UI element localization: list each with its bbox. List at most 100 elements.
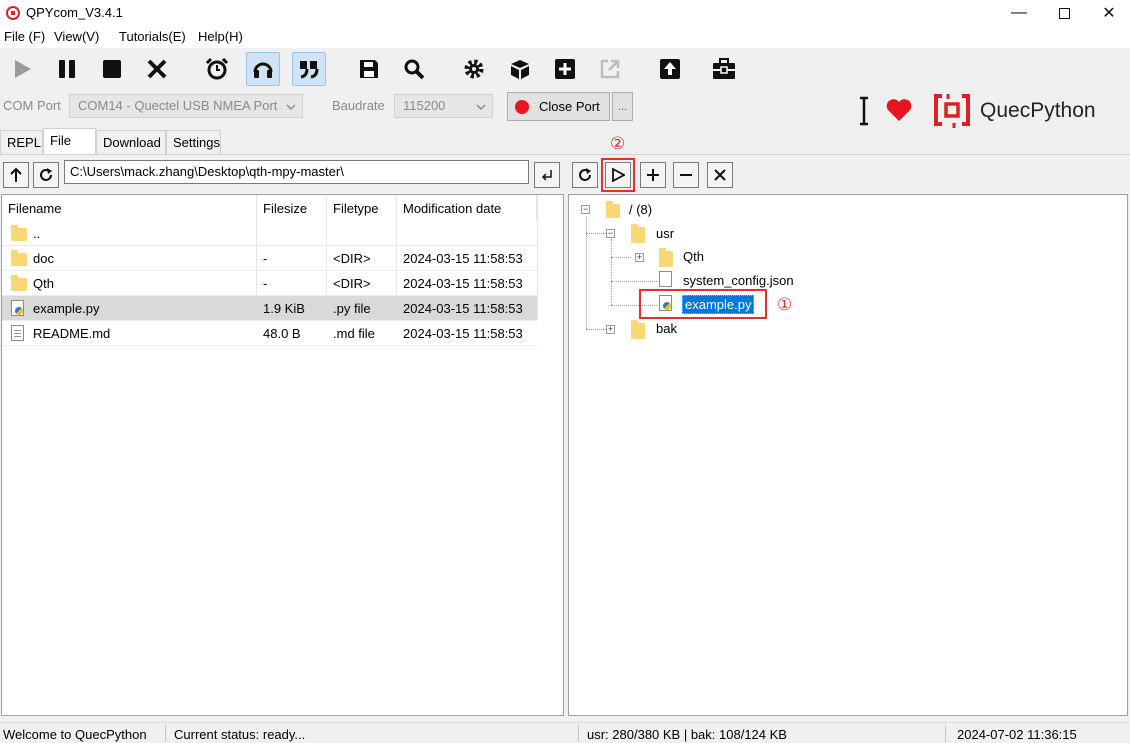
tree-node-qth[interactable]: Qth: [683, 249, 704, 264]
tree-line: [611, 257, 631, 258]
headset-icon[interactable]: [246, 52, 280, 86]
tab-file[interactable]: File: [43, 128, 96, 154]
play-icon[interactable]: [5, 52, 39, 86]
file-name: example.py: [33, 301, 100, 316]
com-port-select[interactable]: COM14 - Quectel USB NMEA Port: [69, 94, 303, 118]
toolbar: [0, 48, 1130, 88]
menu-file[interactable]: File (F): [4, 29, 45, 44]
tree-node-root[interactable]: / (8): [629, 202, 652, 217]
column-header-filetype[interactable]: Filetype: [327, 195, 397, 221]
tree-node-usr[interactable]: usr: [656, 226, 674, 241]
baudrate-select[interactable]: 115200: [394, 94, 493, 118]
chevron-down-icon: [476, 100, 486, 115]
menu-tutorials[interactable]: Tutorials(E): [119, 29, 186, 44]
tree-line: [586, 233, 606, 234]
add-file-button[interactable]: [640, 162, 666, 188]
file-type: <DIR>: [333, 276, 371, 291]
refresh-local-button[interactable]: [33, 162, 59, 188]
folder-icon: [11, 225, 27, 241]
expand-icon[interactable]: +: [635, 253, 644, 262]
table-row[interactable]: ..: [2, 221, 537, 246]
table-row-selected[interactable]: example.py 1.9 KiB .py file 2024-03-15 1…: [2, 296, 537, 321]
annotation-one: ①: [777, 295, 793, 314]
file-name: doc: [33, 251, 54, 266]
more-button[interactable]: ...: [612, 92, 633, 121]
folder-icon: [606, 201, 620, 218]
status-separator: [578, 725, 579, 742]
parent-dir-button[interactable]: [3, 162, 29, 188]
record-icon: [515, 99, 529, 114]
file-size: 48.0 B: [263, 326, 301, 341]
file-size: -: [263, 251, 268, 266]
close-port-button[interactable]: Close Port: [507, 92, 610, 121]
plus-square-icon[interactable]: [548, 52, 582, 86]
file-date: 2024-03-15 11:58:53: [403, 276, 523, 291]
menu-help[interactable]: Help(H): [198, 29, 243, 44]
search-icon[interactable]: [397, 52, 431, 86]
save-icon[interactable]: [352, 52, 386, 86]
file-name: ..: [33, 226, 41, 241]
tree-node-system-config[interactable]: system_config.json: [683, 273, 794, 288]
tree-line: [586, 329, 606, 330]
minimize-icon[interactable]: —: [996, 0, 1042, 26]
folder-icon: [659, 248, 673, 267]
file-type: .md file: [333, 326, 375, 341]
delete-file-button[interactable]: [707, 162, 733, 188]
expand-icon[interactable]: +: [606, 325, 615, 334]
file-type: <DIR>: [333, 251, 371, 266]
folder-icon: [631, 224, 645, 243]
status-welcome: Welcome to QuecPython: [3, 727, 147, 742]
status-separator: [165, 725, 166, 742]
menu-view[interactable]: View(V): [54, 29, 99, 44]
gear-icon[interactable]: [457, 52, 491, 86]
tree-node-bak[interactable]: bak: [656, 321, 677, 336]
alarm-clock-icon[interactable]: [200, 52, 234, 86]
collapse-icon[interactable]: −: [581, 205, 590, 214]
quote-icon[interactable]: [292, 52, 326, 86]
baudrate-value: 115200: [403, 98, 446, 113]
column-header-filename[interactable]: Filename: [2, 195, 257, 221]
document-icon: [659, 271, 672, 287]
file-date: 2024-03-15 11:58:53: [403, 301, 523, 316]
title-bar: QPYcom_V3.4.1 — ✕: [0, 0, 1130, 26]
table-row[interactable]: doc - <DIR> 2024-03-15 11:58:53: [2, 246, 537, 271]
heart-icon[interactable]: [885, 98, 913, 125]
table-row[interactable]: README.md 48.0 B .md file 2024-03-15 11:…: [2, 321, 537, 346]
tab-repl[interactable]: REPL: [0, 130, 43, 154]
file-name: Qth: [33, 276, 54, 291]
python-file-icon: [11, 300, 24, 316]
column-header-filesize[interactable]: Filesize: [257, 195, 327, 221]
upload-icon[interactable]: [653, 52, 687, 86]
document-icon: [11, 325, 24, 341]
window-title: QPYcom_V3.4.1: [26, 5, 123, 20]
folder-icon: [11, 250, 27, 266]
baudrate-label: Baudrate: [332, 98, 385, 113]
toolbox-icon[interactable]: [707, 52, 741, 86]
brand-name: QuecPython: [980, 99, 1096, 122]
annotation-box-example: [639, 289, 767, 319]
app-icon: [6, 6, 20, 20]
file-name: README.md: [33, 326, 111, 341]
tab-download[interactable]: Download: [96, 130, 166, 154]
cube-icon[interactable]: [503, 52, 537, 86]
table-row[interactable]: Qth - <DIR> 2024-03-15 11:58:53: [2, 271, 537, 296]
status-separator: [945, 725, 946, 742]
quecpython-logo-icon: [932, 90, 972, 133]
maximize-icon[interactable]: [1041, 0, 1087, 26]
annotation-two: ②: [610, 134, 626, 153]
remove-file-button[interactable]: [673, 162, 699, 188]
file-size: -: [263, 276, 268, 291]
column-header-modification-date[interactable]: Modification date: [397, 195, 537, 221]
collapse-icon[interactable]: −: [606, 229, 615, 238]
menu-bar: File (F) View(V) Tutorials(E) Help(H): [0, 26, 1130, 48]
external-link-icon[interactable]: [593, 52, 627, 86]
close-window-icon[interactable]: ✕: [1086, 0, 1130, 26]
text-cursor-icon: [858, 96, 870, 129]
pause-icon[interactable]: [50, 52, 84, 86]
tab-settings[interactable]: Settings: [166, 130, 221, 154]
stop-icon[interactable]: [95, 52, 129, 86]
refresh-device-button[interactable]: [572, 162, 598, 188]
path-input[interactable]: C:\Users\mack.zhang\Desktop\qth-mpy-mast…: [64, 160, 529, 184]
enter-path-button[interactable]: [534, 162, 560, 188]
close-x-icon[interactable]: [140, 52, 174, 86]
